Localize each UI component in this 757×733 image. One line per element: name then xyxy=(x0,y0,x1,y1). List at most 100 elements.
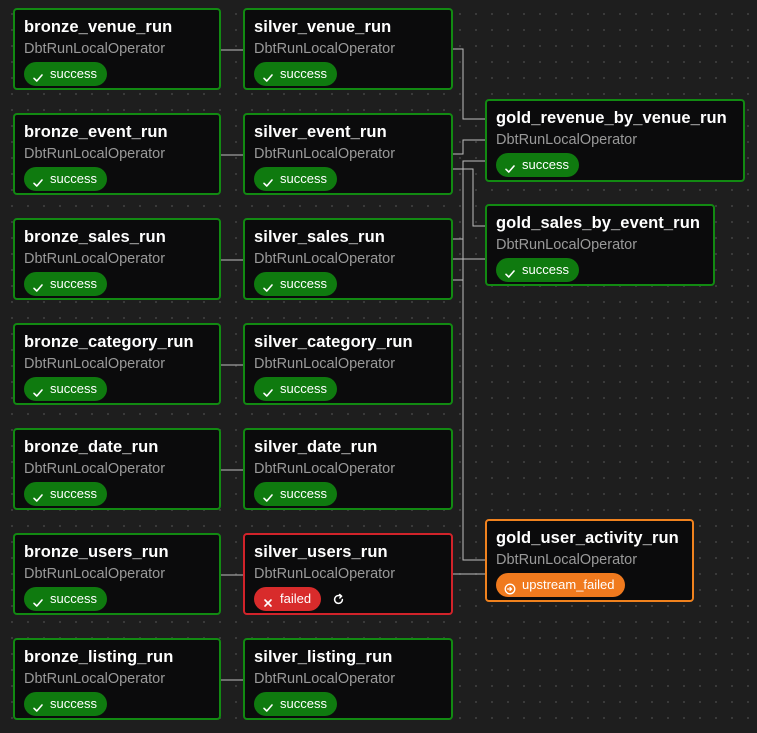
check-icon xyxy=(32,488,44,502)
task-node-silver-sales-run[interactable]: silver_sales_run DbtRunLocalOperator succe… xyxy=(243,218,453,300)
task-status-row: success xyxy=(24,62,210,86)
task-title: gold_sales_by_event_run xyxy=(496,214,701,232)
task-node-bronze-listing-run[interactable]: bronze_listing_run DbtRunLocalOperator suc… xyxy=(13,638,221,720)
task-status-row: success xyxy=(24,587,210,611)
task-title: bronze_event_run xyxy=(24,123,168,141)
task-operator: DbtRunLocalOperator xyxy=(24,41,166,57)
check-icon xyxy=(262,488,274,502)
status-badge[interactable]: success xyxy=(254,482,337,506)
task-operator: DbtRunLocalOperator xyxy=(254,146,396,162)
task-node-gold-revenue-by-venue-run[interactable]: gold_revenue_by_venue_run DbtRunLocalOper… xyxy=(485,99,745,182)
task-title: silver_date_run xyxy=(254,438,378,456)
task-status-row: success xyxy=(24,167,210,191)
task-operator: DbtRunLocalOperator xyxy=(254,671,396,687)
task-status-row: success xyxy=(496,153,734,177)
task-status-row: success xyxy=(254,62,442,86)
status-badge[interactable]: success xyxy=(254,377,337,401)
task-status-row: success xyxy=(254,692,442,716)
task-title: silver_event_run xyxy=(254,123,387,141)
status-badge[interactable]: success xyxy=(24,167,107,191)
status-badge[interactable]: success xyxy=(24,692,107,716)
status-badge[interactable]: success xyxy=(254,692,337,716)
task-status-row: success xyxy=(254,167,442,191)
status-badge[interactable]: success xyxy=(496,153,579,177)
edge-silver_sales_run-to-gold_revenue_by_venue_run xyxy=(453,160,485,240)
task-title: bronze_date_run xyxy=(24,438,159,456)
task-node-bronze-event-run[interactable]: bronze_event_run DbtRunLocalOperator succe… xyxy=(13,113,221,195)
status-label: success xyxy=(50,381,97,396)
status-label: success xyxy=(522,157,569,172)
status-badge[interactable]: success xyxy=(496,258,579,282)
x-icon xyxy=(262,593,274,607)
task-operator: DbtRunLocalOperator xyxy=(254,41,396,57)
status-badge[interactable]: success xyxy=(254,62,337,86)
check-icon xyxy=(504,159,516,173)
task-operator: DbtRunLocalOperator xyxy=(24,461,166,477)
task-status-row: success xyxy=(254,482,442,506)
task-title: bronze_sales_run xyxy=(24,228,166,246)
task-title: silver_sales_run xyxy=(254,228,385,246)
task-node-bronze-users-run[interactable]: bronze_users_run DbtRunLocalOperator succe… xyxy=(13,533,221,615)
task-operator: DbtRunLocalOperator xyxy=(24,356,166,372)
check-icon xyxy=(32,383,44,397)
status-label: success xyxy=(280,171,327,186)
status-badge[interactable]: failed xyxy=(254,587,322,611)
task-node-silver-users-run[interactable]: silver_users_run DbtRunLocalOperator faile… xyxy=(243,533,453,615)
task-title: silver_users_run xyxy=(254,543,388,561)
task-title: bronze_category_run xyxy=(24,333,194,351)
status-badge[interactable]: success xyxy=(24,272,107,296)
task-node-bronze-venue-run[interactable]: bronze_venue_run DbtRunLocalOperator succe… xyxy=(13,8,221,90)
task-operator: DbtRunLocalOperator xyxy=(254,461,396,477)
task-node-gold-user-activity-run[interactable]: gold_user_activity_run DbtRunLocalOperato… xyxy=(485,519,694,602)
task-operator: DbtRunLocalOperator xyxy=(496,552,638,568)
status-label: success xyxy=(50,276,97,291)
edge-silver_event_run-to-gold_sales_by_event_run xyxy=(453,168,485,227)
status-label: success xyxy=(280,66,327,81)
status-badge[interactable]: success xyxy=(24,377,107,401)
task-node-silver-event-run[interactable]: silver_event_run DbtRunLocalOperator succe… xyxy=(243,113,453,195)
task-node-bronze-category-run[interactable]: bronze_category_run DbtRunLocalOperator su… xyxy=(13,323,221,405)
task-status-row: success xyxy=(24,377,210,401)
task-status-row: success xyxy=(24,272,210,296)
check-icon xyxy=(262,383,274,397)
status-label: success xyxy=(50,171,97,186)
task-node-silver-listing-run[interactable]: silver_listing_run DbtRunLocalOperator suc… xyxy=(243,638,453,720)
status-label: success xyxy=(50,591,97,606)
status-badge[interactable]: success xyxy=(254,167,337,191)
status-badge[interactable]: success xyxy=(24,482,107,506)
task-node-silver-date-run[interactable]: silver_date_run DbtRunLocalOperator succes… xyxy=(243,428,453,510)
status-label: upstream_failed xyxy=(522,577,615,592)
status-badge[interactable]: success xyxy=(24,62,107,86)
status-badge[interactable]: success xyxy=(24,587,107,611)
task-node-gold-sales-by-event-run[interactable]: gold_sales_by_event_run DbtRunLocalOperat… xyxy=(485,204,715,286)
task-operator: DbtRunLocalOperator xyxy=(254,356,396,372)
task-node-silver-category-run[interactable]: silver_category_run DbtRunLocalOperator su… xyxy=(243,323,453,405)
task-node-bronze-sales-run[interactable]: bronze_sales_run DbtRunLocalOperator succe… xyxy=(13,218,221,300)
status-badge[interactable]: success xyxy=(254,272,337,296)
edge-silver_event_run-to-gold_user_activity_run xyxy=(453,168,485,561)
task-status-row: upstream_failed xyxy=(496,573,683,597)
task-operator: DbtRunLocalOperator xyxy=(496,237,638,253)
task-operator: DbtRunLocalOperator xyxy=(24,566,166,582)
status-badge[interactable]: upstream_failed xyxy=(496,573,625,597)
edge-silver_venue_run-to-gold_revenue_by_venue_run xyxy=(453,48,485,120)
task-title: gold_revenue_by_venue_run xyxy=(496,109,727,127)
task-title: silver_venue_run xyxy=(254,18,392,36)
task-title: silver_category_run xyxy=(254,333,413,351)
check-icon xyxy=(32,173,44,187)
check-icon xyxy=(262,68,274,82)
refresh-icon[interactable] xyxy=(329,590,347,608)
task-operator: DbtRunLocalOperator xyxy=(24,671,166,687)
status-label: failed xyxy=(280,591,312,606)
task-title: bronze_venue_run xyxy=(24,18,173,36)
check-icon xyxy=(504,264,516,278)
task-operator: DbtRunLocalOperator xyxy=(496,132,638,148)
status-label: success xyxy=(280,381,327,396)
status-label: success xyxy=(50,66,97,81)
task-operator: DbtRunLocalOperator xyxy=(24,146,166,162)
task-status-row: success xyxy=(24,482,210,506)
status-label: success xyxy=(50,696,97,711)
task-node-silver-venue-run[interactable]: silver_venue_run DbtRunLocalOperator succe… xyxy=(243,8,453,90)
task-title: bronze_users_run xyxy=(24,543,169,561)
task-node-bronze-date-run[interactable]: bronze_date_run DbtRunLocalOperator succes… xyxy=(13,428,221,510)
